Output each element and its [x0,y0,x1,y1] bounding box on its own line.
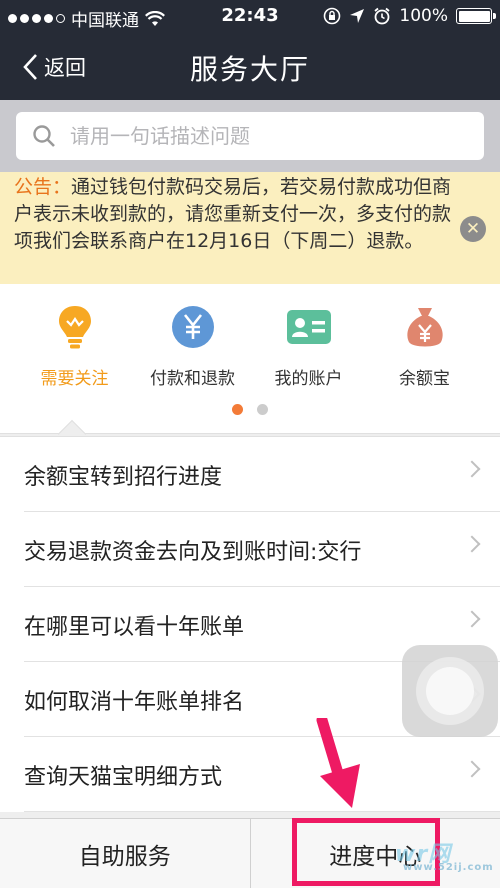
nav-bar: 返回 服务大厅 [0,36,500,100]
list-item-label: 交易退款资金去向及到账时间:交行 [24,539,362,565]
notice-banner: 公告：通过钱包付款码交易后，若交易付款成功但商户表示未收到款的，请您重新支付一次… [0,172,500,284]
lightbulb-icon [58,306,91,349]
notice-label: 公告： [14,176,72,198]
category-label: 需要关注 [40,369,109,389]
category-needs-attention[interactable]: 需要关注 [12,304,137,389]
category-label: 我的账户 [274,369,343,389]
list-item-label: 余额宝转到招行进度 [24,464,223,490]
category-label: 付款和退款 [150,369,235,389]
list-item-label: 如何取消十年账单排名 [24,689,245,715]
list-item-label: 在哪里可以看十年账单 [24,614,245,640]
category-label: 余额宝 [399,369,450,389]
location-icon [350,9,365,23]
search-box[interactable] [16,112,484,160]
search-bar [0,100,500,172]
search-icon [33,125,55,147]
page-indicator[interactable] [0,404,500,415]
category-grid: 需要关注 付款和退款 我的账户 余额宝 [0,284,500,434]
notice-text: 通过钱包付款码交易后，若交易付款成功但商户表示未收到款的，请您重新支付一次，多支… [14,176,452,252]
category-yuebao[interactable]: 余额宝 [362,304,487,389]
chevron-right-icon [463,535,481,553]
alarm-icon [374,7,390,25]
chevron-right-icon [463,760,481,778]
close-notice-button[interactable]: ✕ [460,216,486,242]
category-my-account[interactable]: 我的账户 [246,304,371,389]
list-item[interactable]: 查询天猫宝明细方式 [0,737,500,812]
status-right: 100% [323,6,496,26]
rotation-lock-icon [324,7,341,25]
page-title: 服务大厅 [189,53,310,86]
close-icon: ✕ [465,219,481,239]
watermark-logo: wr网 www.52ij.com [395,836,493,873]
assistive-touch-core [426,667,474,715]
list-item-label: 查询天猫宝明细方式 [24,764,223,790]
money-bag-icon [406,308,443,347]
page-dot-active [232,404,243,415]
yuan-coin-icon [171,306,214,348]
chevron-right-icon [463,610,481,628]
notice-text-block: 公告：通过钱包付款码交易后，若交易付款成功但商户表示未收到款的，请您重新支付一次… [14,174,454,255]
faq-list: 余额宝转到招行进度 交易退款资金去向及到账时间:交行 在哪里可以看十年账单 如何… [0,436,500,812]
status-bar: 中国联通 22:43 100% [0,0,500,36]
category-payment-refund[interactable]: 付款和退款 [130,304,255,389]
watermark-url: www.52ij.com [403,862,494,873]
chevron-right-icon [463,460,481,478]
annotation-arrow-icon [316,718,360,808]
page-dot [257,404,268,415]
assistive-touch-button[interactable] [402,645,498,737]
battery-icon [456,8,496,24]
search-input[interactable] [70,124,430,148]
battery-percent: 100% [399,6,448,26]
top-bar: 中国联通 22:43 100% 返回 服务大厅 [0,0,500,100]
tab-self-service[interactable]: 自助服务 [0,819,250,888]
list-item[interactable]: 交易退款资金去向及到账时间:交行 [0,512,500,587]
list-item[interactable]: 余额宝转到招行进度 [0,437,500,512]
id-card-icon [286,310,331,344]
